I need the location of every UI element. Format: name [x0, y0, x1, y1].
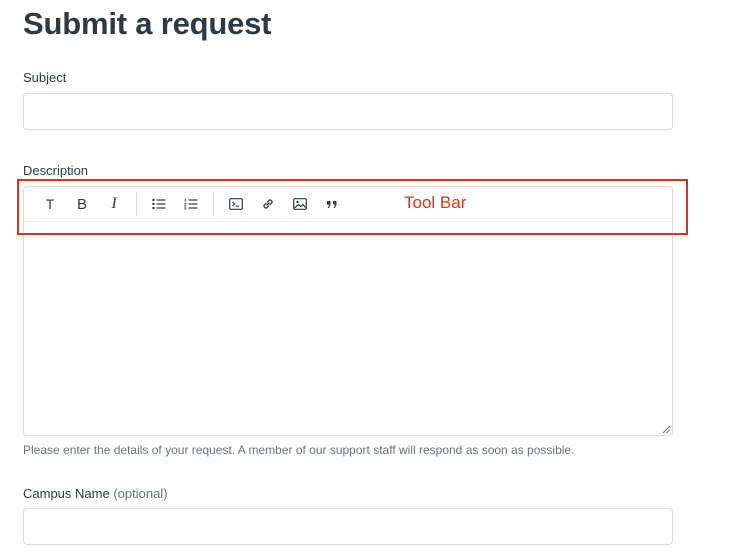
link-icon — [263, 199, 273, 209]
code-block-icon — [229, 198, 243, 210]
resize-grip-icon[interactable] — [661, 424, 671, 434]
image-button[interactable] — [284, 191, 316, 217]
code-block-button[interactable] — [220, 191, 252, 217]
image-icon — [293, 198, 307, 210]
description-editor: T B I — [23, 186, 673, 436]
link-button[interactable] — [252, 191, 284, 217]
toolbar-divider — [213, 192, 214, 216]
editor-toolbar: T B I — [24, 187, 672, 222]
numbered-list-icon — [184, 198, 198, 210]
optional-tag: (optional) — [113, 486, 168, 501]
subject-input[interactable] — [23, 93, 673, 130]
quote-icon — [327, 200, 337, 208]
text-style-icon: T — [45, 196, 55, 212]
bold-button[interactable]: B — [66, 191, 98, 217]
italic-button[interactable]: I — [98, 191, 130, 217]
italic-icon: I — [111, 195, 117, 212]
description-label: Description — [23, 163, 89, 178]
text-style-button[interactable]: T — [34, 191, 66, 217]
numbered-list-button[interactable] — [175, 191, 207, 217]
subject-label: Subject — [23, 70, 67, 85]
bulleted-list-button[interactable] — [143, 191, 175, 217]
quote-button[interactable] — [316, 191, 348, 217]
page-title: Submit a request — [23, 6, 272, 41]
bulleted-list-icon — [152, 198, 166, 210]
campus-label: Campus Name (optional) — [23, 486, 168, 502]
toolbar-annotation: Tool Bar — [404, 193, 467, 212]
description-textarea[interactable] — [24, 223, 672, 435]
description-hint: Please enter the details of your request… — [23, 443, 575, 457]
campus-name-input[interactable] — [23, 508, 673, 545]
toolbar-divider — [136, 192, 137, 216]
campus-label-text: Campus Name — [23, 486, 110, 501]
bold-icon: B — [76, 195, 87, 213]
